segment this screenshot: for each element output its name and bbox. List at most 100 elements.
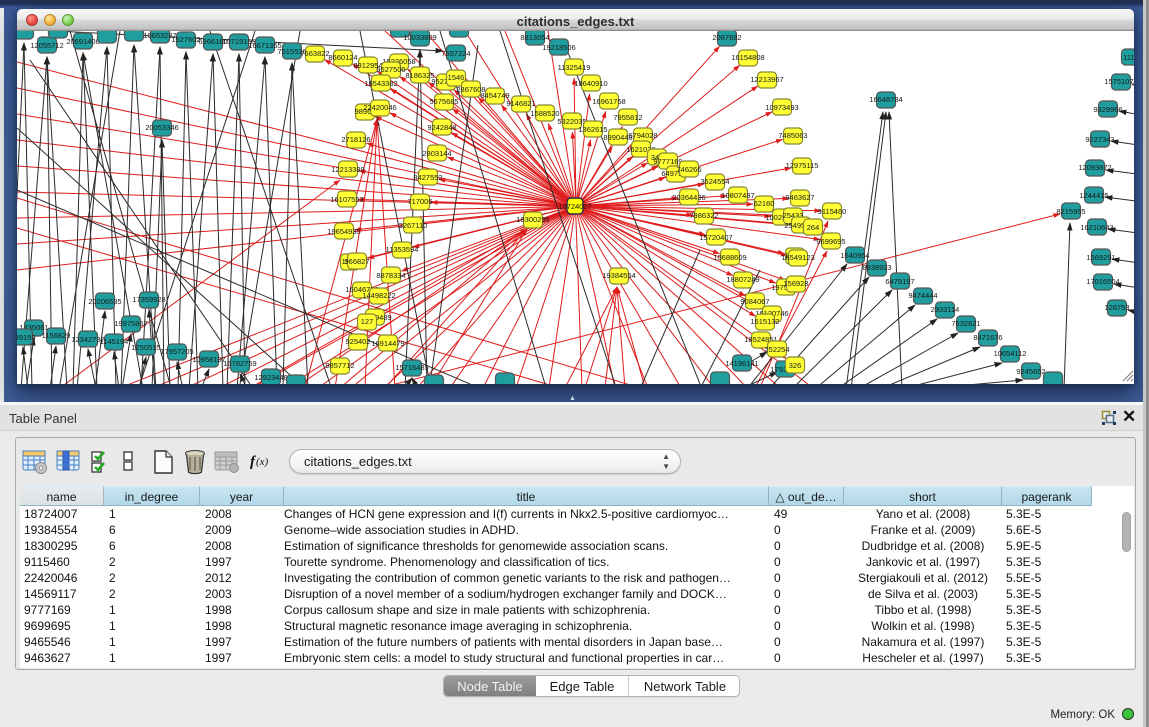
svg-text:16914479: 16914479 xyxy=(371,339,404,348)
svg-text:16961758: 16961758 xyxy=(592,97,625,106)
svg-text:17957205: 17957205 xyxy=(160,347,193,356)
svg-text:9245652: 9245652 xyxy=(1016,367,1045,376)
svg-text:16648784: 16648784 xyxy=(869,95,902,104)
svg-text:5675685: 5675685 xyxy=(429,97,458,106)
svg-text:8215955: 8215955 xyxy=(1056,207,1085,216)
svg-text:16549123: 16549123 xyxy=(781,253,814,262)
svg-text:8454749: 8454749 xyxy=(480,91,509,100)
svg-text:10654112: 10654112 xyxy=(994,349,1027,358)
svg-text:7632621: 7632621 xyxy=(951,319,980,328)
svg-text:16107553: 16107553 xyxy=(330,195,363,204)
svg-text:264: 264 xyxy=(807,223,820,232)
svg-text:62160: 62160 xyxy=(754,199,775,208)
svg-text:6794028: 6794028 xyxy=(628,131,657,140)
svg-text:12093872: 12093872 xyxy=(1078,163,1111,172)
svg-text:925402: 925402 xyxy=(345,337,370,346)
svg-text:8938923: 8938923 xyxy=(862,263,891,272)
svg-text:12923448: 12923448 xyxy=(254,373,287,382)
svg-text:7955812: 7955812 xyxy=(613,113,642,122)
svg-text:9474444: 9474444 xyxy=(908,291,937,300)
svg-text:9857712: 9857712 xyxy=(325,361,354,370)
svg-text:746266: 746266 xyxy=(676,165,701,174)
svg-text:17016504: 17016504 xyxy=(1086,277,1119,286)
svg-text:8878334: 8878334 xyxy=(376,271,405,280)
svg-text:8427552: 8427552 xyxy=(413,173,442,182)
svg-text:9329966: 9329966 xyxy=(1093,105,1122,114)
svg-text:7557224: 7557224 xyxy=(441,49,470,58)
svg-text:20691406: 20691406 xyxy=(66,37,99,46)
svg-text:3624554: 3624554 xyxy=(700,177,729,186)
svg-text:15720407: 15720407 xyxy=(699,233,732,242)
svg-text:3267110: 3267110 xyxy=(399,221,428,230)
svg-text:16154808: 16154808 xyxy=(731,53,764,62)
svg-text:9463627: 9463627 xyxy=(785,193,814,202)
svg-text:19975867: 19975867 xyxy=(114,319,147,328)
svg-text:14498222: 14498222 xyxy=(362,291,395,300)
svg-text:10958107: 10958107 xyxy=(192,355,225,364)
svg-text:12213389: 12213389 xyxy=(331,165,364,174)
svg-text:2718126: 2718126 xyxy=(341,135,370,144)
svg-text:1640954: 1640954 xyxy=(840,251,869,260)
svg-text:127: 127 xyxy=(361,317,374,326)
svg-text:19384554: 19384554 xyxy=(602,271,635,280)
svg-text:326: 326 xyxy=(789,361,802,370)
svg-text:12975115: 12975115 xyxy=(786,161,819,170)
svg-text:8813054: 8813054 xyxy=(520,33,549,42)
svg-text:15716485: 15716485 xyxy=(395,363,428,372)
svg-text:10973493: 10973493 xyxy=(765,103,798,112)
svg-text:1112: 1112 xyxy=(1123,53,1134,62)
svg-text:1244415: 1244415 xyxy=(1079,191,1108,200)
svg-text:156928: 156928 xyxy=(783,279,808,288)
svg-text:17359928: 17359928 xyxy=(132,295,165,304)
svg-text:1156829: 1156829 xyxy=(42,331,71,340)
svg-text:9242848: 9242848 xyxy=(427,123,456,132)
svg-text:11325419: 11325419 xyxy=(558,63,591,72)
svg-text:1569291: 1569291 xyxy=(1086,253,1115,262)
svg-text:7986322: 7986322 xyxy=(689,211,718,220)
svg-text:12055712: 12055712 xyxy=(30,41,63,50)
svg-text:10033809: 10033809 xyxy=(403,33,436,42)
svg-text:8186325: 8186325 xyxy=(405,71,434,80)
svg-text:9084067: 9084067 xyxy=(740,297,769,306)
svg-text:966827: 966827 xyxy=(344,257,369,266)
svg-text:(x): (x) xyxy=(256,456,269,468)
svg-text:9115460: 9115460 xyxy=(818,207,847,216)
svg-text:1527602: 1527602 xyxy=(171,35,200,44)
svg-text:8471676: 8471676 xyxy=(973,333,1002,342)
svg-text:22420046: 22420046 xyxy=(363,103,396,112)
svg-text:19218506: 19218506 xyxy=(542,43,575,52)
svg-text:12213967: 12213967 xyxy=(750,75,783,84)
svg-text:14196141: 14196141 xyxy=(725,359,758,368)
svg-text:9527500: 9527500 xyxy=(376,65,405,74)
svg-text:2087682: 2087682 xyxy=(712,33,741,42)
svg-text:19654935: 19654935 xyxy=(327,227,360,236)
svg-text:20053346: 20053346 xyxy=(145,123,178,132)
svg-text:18807249: 18807249 xyxy=(726,275,759,284)
svg-text:2803144: 2803144 xyxy=(422,149,451,158)
svg-text:16782759: 16782759 xyxy=(223,359,256,368)
svg-text:15751074: 15751074 xyxy=(1104,77,1134,86)
svg-text:9699695: 9699695 xyxy=(816,237,845,246)
svg-text:2933114: 2933114 xyxy=(931,305,960,314)
svg-text:717006: 717006 xyxy=(407,197,432,206)
svg-text:18300295: 18300295 xyxy=(516,215,549,224)
svg-text:20364436: 20364436 xyxy=(672,193,705,202)
svg-text:11353594: 11353594 xyxy=(386,245,419,254)
svg-text:16543382: 16543382 xyxy=(364,79,397,88)
svg-text:9227343: 9227343 xyxy=(1085,135,1114,144)
svg-text:6479197: 6479197 xyxy=(885,277,914,286)
svg-text:7663822: 7663822 xyxy=(300,49,329,58)
svg-text:10688609: 10688609 xyxy=(713,253,746,262)
svg-text:9146821: 9146821 xyxy=(506,99,535,108)
svg-text:10807487: 10807487 xyxy=(721,191,754,200)
svg-text:1250515: 1250515 xyxy=(131,343,160,352)
svg-text:1588520: 1588520 xyxy=(530,109,559,118)
svg-text:1546: 1546 xyxy=(448,73,465,82)
svg-text:20206535: 20206535 xyxy=(88,297,121,306)
svg-text:1615132: 1615132 xyxy=(750,317,779,326)
svg-text:16210643: 16210643 xyxy=(1080,223,1113,232)
svg-text:1145194: 1145194 xyxy=(100,337,129,346)
svg-text:252254: 252254 xyxy=(764,345,789,354)
svg-text:126753: 126753 xyxy=(1104,303,1129,312)
svg-text:18724007: 18724007 xyxy=(558,202,591,211)
